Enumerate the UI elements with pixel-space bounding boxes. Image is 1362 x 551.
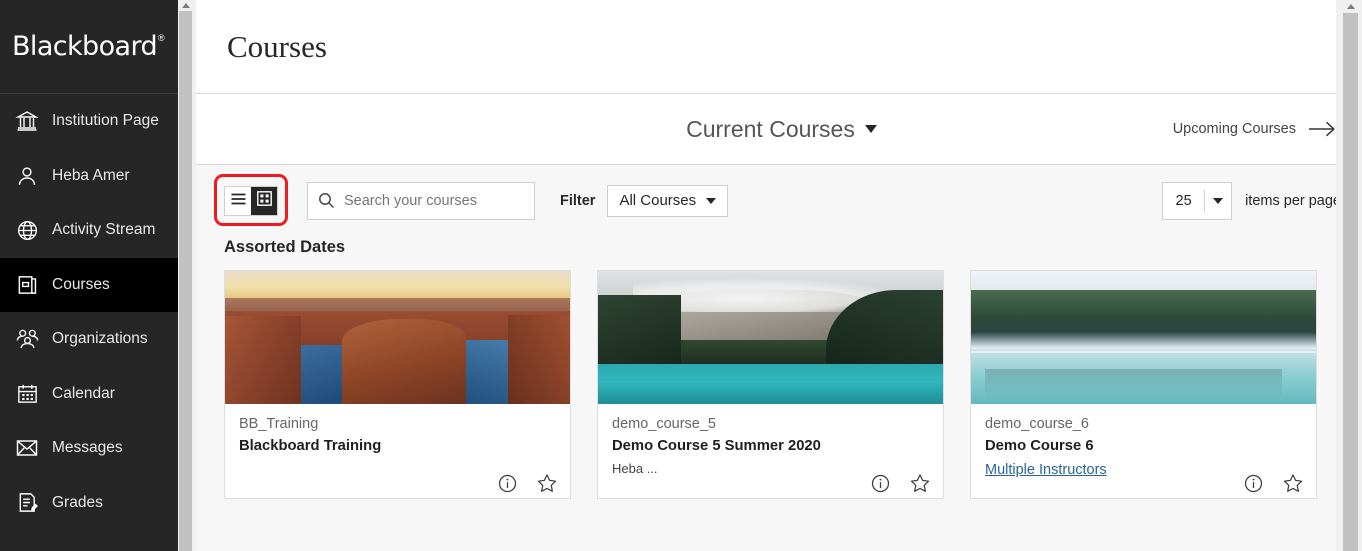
grid-view-icon [256, 190, 272, 211]
globe-icon [10, 219, 44, 242]
info-circle-icon[interactable] [871, 474, 890, 493]
current-term-dropdown[interactable]: Current Courses [686, 116, 877, 143]
items-per-page-dropdown[interactable]: 25 [1162, 181, 1233, 220]
course-name: Blackboard Training [239, 438, 382, 455]
sidebar-item-label: Institution Page [52, 112, 159, 130]
page-title: Courses [227, 28, 327, 64]
items-per-page-group: 25 items per page [1162, 181, 1341, 220]
blackboard-courses-page: Blackboard® Institution Page Heba Amer [0, 0, 1362, 551]
sidebar-item-messages[interactable]: Messages [0, 421, 178, 476]
upcoming-courses-label: Upcoming Courses [1172, 121, 1296, 137]
course-card[interactable]: BB_Training Blackboard Training [224, 270, 571, 499]
courses-toolbar: Filter All Courses 25 items per page [196, 165, 1362, 236]
brand-trademark: ® [158, 32, 165, 43]
list-view-button[interactable] [225, 186, 251, 215]
course-thumbnail-canyon-river-sunset [225, 271, 570, 404]
brand-name: Blackboard [12, 31, 158, 62]
envelope-icon [10, 436, 44, 460]
search-box[interactable] [307, 181, 535, 220]
star-outline-icon[interactable] [910, 473, 930, 493]
book-icon [10, 273, 44, 296]
chevron-down-icon [706, 197, 717, 204]
scrollbar-thumb[interactable] [179, 11, 192, 551]
star-outline-icon[interactable] [1283, 473, 1303, 493]
sidebar-item-courses[interactable]: Courses [0, 257, 178, 312]
main-content: Courses Current Courses Upcoming Courses [196, 0, 1362, 551]
sidebar-item-label: Grades [52, 493, 103, 511]
sidebar-item-heba-amer[interactable]: Heba Amer [0, 149, 178, 204]
items-per-page-label: items per page [1245, 192, 1341, 209]
scrollbar-thumb[interactable] [1343, 13, 1358, 551]
search-input[interactable] [340, 192, 524, 209]
sidebar-scrollbar[interactable] [178, 0, 196, 551]
course-name: Demo Course 5 Summer 2020 [612, 438, 821, 455]
course-id: demo_course_5 [612, 416, 716, 432]
chevron-down-icon [864, 125, 877, 133]
page-header: Courses [196, 0, 1362, 94]
course-card[interactable]: demo_course_6 Demo Course 6 Multiple Ins… [970, 270, 1317, 499]
sidebar-item-organizations[interactable]: Organizations [0, 312, 178, 367]
page-scrollbar[interactable] [1336, 0, 1362, 551]
course-id: BB_Training [239, 416, 319, 432]
course-id: demo_course_6 [985, 416, 1089, 432]
course-thumbnail-mountain-turquoise-lake [598, 271, 943, 404]
sidebar-item-label: Heba Amer [52, 166, 130, 184]
sidebar-item-label: Organizations [52, 330, 148, 348]
filter-value: All Courses [619, 192, 697, 209]
scrollbar-up-arrow-icon[interactable] [1343, 0, 1358, 13]
course-group-title: Assorted Dates [224, 238, 346, 256]
info-circle-icon[interactable] [1244, 474, 1263, 493]
sidebar-item-grades[interactable]: Grades [0, 476, 178, 531]
course-card-grid: BB_Training Blackboard Training demo_cou… [196, 270, 1362, 499]
sidebar-item-activity-stream[interactable]: Activity Stream [0, 203, 178, 258]
view-toggle-group [214, 173, 288, 226]
filter-dropdown[interactable]: All Courses [607, 184, 729, 217]
sidebar-item-label: Calendar [52, 384, 115, 402]
items-per-page-value: 25 [1175, 192, 1192, 209]
bank-icon [10, 109, 44, 133]
calendar-icon [10, 382, 44, 405]
chevron-down-icon [1205, 197, 1231, 204]
document-pencil-icon [10, 491, 44, 514]
grid-view-button[interactable] [251, 186, 277, 215]
brand-logo[interactable]: Blackboard ® [0, 0, 178, 94]
filter-label: Filter [560, 192, 596, 209]
arrow-right-icon [1308, 120, 1336, 138]
course-name: Demo Course 6 [985, 438, 1094, 455]
sidebar-item-label: Messages [52, 439, 123, 457]
primary-sidebar: Blackboard® Institution Page Heba Amer [0, 0, 178, 551]
person-icon [10, 164, 44, 188]
course-card[interactable]: demo_course_5 Demo Course 5 Summer 2020 … [597, 270, 944, 499]
search-icon [318, 192, 340, 209]
sidebar-item-institution-page[interactable]: Institution Page [0, 94, 178, 149]
course-thumbnail-misty-forest-lake [971, 271, 1316, 404]
info-circle-icon[interactable] [498, 474, 517, 493]
list-view-icon [231, 192, 246, 210]
sidebar-item-label: Courses [52, 275, 110, 293]
current-term-label: Current Courses [686, 115, 855, 142]
scrollbar-up-arrow-icon[interactable] [179, 0, 192, 11]
star-outline-icon[interactable] [537, 473, 557, 493]
sidebar-item-calendar[interactable]: Calendar [0, 367, 178, 422]
term-bar: Current Courses Upcoming Courses [196, 94, 1362, 165]
upcoming-courses-link[interactable]: Upcoming Courses [1173, 120, 1336, 138]
people-group-icon [10, 327, 44, 352]
sidebar-item-label: Activity Stream [52, 221, 156, 239]
